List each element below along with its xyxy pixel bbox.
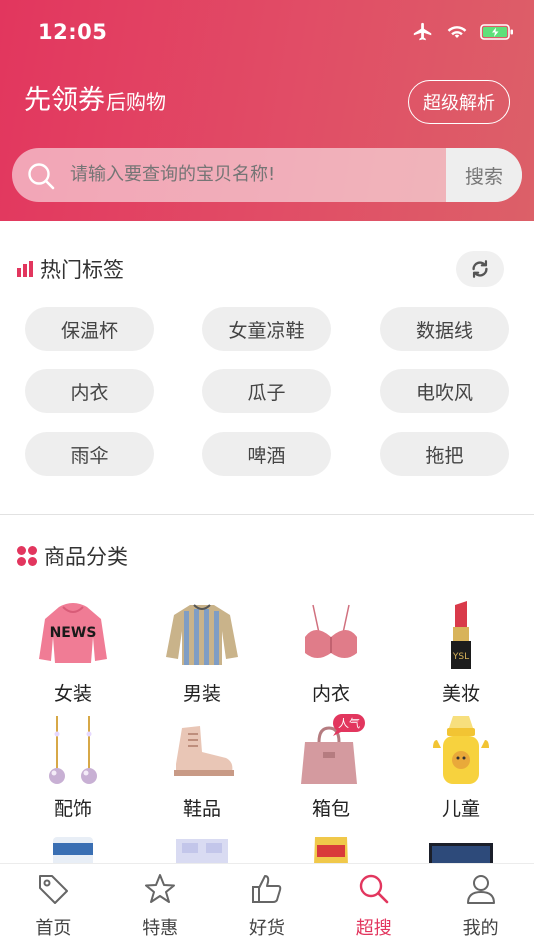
star-icon	[145, 874, 176, 903]
category-item-women[interactable]: NEWS 女装	[18, 597, 128, 706]
search-icon	[359, 874, 389, 904]
hot-tags-title: 热门标签	[40, 258, 124, 282]
tag-icon	[39, 875, 69, 904]
hot-tag[interactable]: 电吹风	[380, 369, 509, 413]
category-label: 女装	[53, 683, 92, 705]
handbag-icon: 人气	[301, 714, 365, 784]
super-parse-button[interactable]: 超级解析	[408, 80, 510, 124]
tab-label: 超搜	[355, 918, 392, 939]
category-item-shoes[interactable]: 鞋品	[147, 712, 257, 821]
snack-bag-icon	[314, 837, 348, 863]
battery-icon	[480, 24, 513, 40]
hot-tag[interactable]: 雨伞	[25, 432, 154, 476]
category-item-kids[interactable]: 儿童	[406, 712, 516, 821]
bra-icon	[305, 604, 357, 658]
category-section: 商品分类 NEWS 女装 男装 内衣 YSL 美妆 配饰 鞋品 人气 箱包 儿童	[0, 515, 534, 863]
brand-main: 先领券	[24, 85, 105, 116]
category-item-beauty[interactable]: YSL 美妆	[406, 597, 516, 706]
tab-label: 好货	[248, 918, 285, 939]
svg-text:NEWS: NEWS	[50, 625, 97, 641]
search-icon	[28, 163, 55, 190]
baby-bottle-icon	[433, 716, 489, 784]
brand-sub: 后购物	[106, 90, 166, 114]
status-bar: 12:05	[0, 0, 534, 66]
category-label: 鞋品	[182, 798, 221, 820]
category-label: 内衣	[311, 683, 350, 705]
hot-tag[interactable]: 拖把	[380, 432, 509, 476]
hot-tags-header: 热门标签	[16, 254, 124, 284]
bar-chart-icon	[17, 261, 33, 277]
tab-home[interactable]: 首页	[0, 864, 107, 950]
hot-tag[interactable]: 内衣	[25, 369, 154, 413]
hot-tags-section: 热门标签 保温杯 女童凉鞋 数据线 内衣 瓜子 电吹风 雨伞 啤酒 拖把	[0, 221, 534, 514]
category-label: 美妆	[441, 683, 480, 705]
category-label: 箱包	[311, 798, 350, 820]
category-item-partial[interactable]	[406, 833, 516, 863]
hot-tag[interactable]: 瓜子	[202, 369, 331, 413]
search-bar: 搜索	[12, 148, 522, 202]
search-button[interactable]: 搜索	[446, 148, 522, 202]
thumbs-up-icon	[251, 875, 282, 903]
svg-text:YSL: YSL	[452, 652, 469, 662]
tab-deals[interactable]: 特惠	[107, 864, 214, 950]
tab-super-search[interactable]: 超搜	[320, 864, 427, 950]
tv-icon	[429, 843, 493, 863]
earrings-icon	[49, 716, 97, 784]
header: 12:05 先领券 后购物 超级解析 请输入要查询的宝贝名称! 搜索	[0, 0, 534, 221]
wifi-icon	[447, 26, 467, 38]
airplane-icon	[413, 22, 432, 41]
search-input[interactable]	[70, 148, 450, 202]
refresh-button[interactable]	[456, 251, 504, 287]
category-item-partial[interactable]	[147, 833, 257, 863]
status-time: 12:05	[38, 20, 108, 44]
category-label: 配饰	[53, 798, 92, 820]
tab-label: 首页	[35, 918, 72, 939]
lipstick-icon: YSL	[451, 601, 471, 669]
category-item-underwear[interactable]: 内衣	[276, 597, 386, 706]
hoodie-icon: NEWS	[39, 603, 107, 663]
category-title: 商品分类	[44, 545, 128, 569]
tab-label: 特惠	[142, 918, 179, 939]
status-icons	[412, 21, 514, 43]
category-item-partial[interactable]	[18, 833, 128, 863]
category-header: 商品分类	[16, 541, 128, 571]
hot-tag[interactable]: 数据线	[380, 307, 509, 351]
refresh-icon	[472, 260, 488, 278]
category-item-men[interactable]: 男装	[147, 597, 257, 706]
category-item-bags[interactable]: 人气 箱包	[276, 712, 386, 821]
user-icon	[466, 875, 495, 904]
tab-bar: 首页 特惠 好货 超搜 我的	[0, 863, 534, 950]
formula-can-icon	[53, 837, 93, 863]
category-item-partial[interactable]	[276, 833, 386, 863]
hot-tag[interactable]: 保温杯	[25, 307, 154, 351]
tab-profile[interactable]: 我的	[427, 864, 534, 950]
boot-icon	[174, 726, 234, 776]
category-item-accessories[interactable]: 配饰	[18, 712, 128, 821]
grid-icon	[17, 546, 37, 566]
sweater-icon	[166, 604, 238, 665]
category-label: 男装	[182, 683, 221, 705]
brand-slogan: 先领券 后购物	[24, 78, 166, 117]
tab-label: 我的	[462, 918, 499, 939]
bedding-icon	[176, 839, 228, 863]
hot-tag[interactable]: 啤酒	[202, 432, 331, 476]
hot-tag[interactable]: 女童凉鞋	[202, 307, 331, 351]
tab-good-items[interactable]: 好货	[214, 864, 321, 950]
category-label: 儿童	[441, 798, 480, 820]
popular-badge: 人气	[338, 716, 360, 730]
